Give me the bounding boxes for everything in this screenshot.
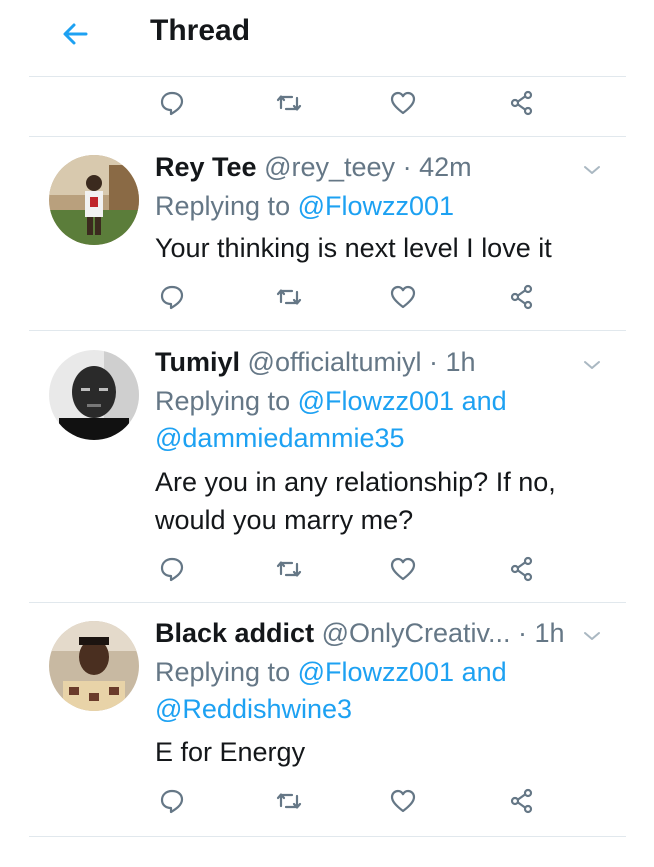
tweet-header: Black addict @OnlyCreativ... [155, 618, 511, 649]
replying-to-label: Replying to [155, 191, 291, 221]
like-heart-icon[interactable] [386, 552, 420, 586]
tweet-actions [0, 276, 654, 316]
retweet-icon[interactable] [272, 784, 306, 818]
tweet-header: Rey Tee @rey_teey · 42m [155, 152, 472, 183]
share-icon[interactable] [505, 784, 539, 818]
tweet-actions [0, 780, 654, 820]
retweet-icon[interactable] [272, 552, 306, 586]
timestamp[interactable]: 1h [446, 347, 476, 377]
thread-header: Thread [0, 0, 654, 72]
replying-to: Replying to @Flowzz001 and [155, 383, 507, 419]
divider [29, 76, 626, 77]
reply-icon[interactable] [155, 280, 189, 314]
replying-to-label: Replying to [155, 386, 291, 416]
tweet-time-wrap: · 1h [518, 618, 565, 649]
back-arrow-icon[interactable] [58, 16, 94, 52]
mention-link[interactable]: @Flowzz001 [298, 191, 454, 221]
username[interactable]: @OnlyCreativ... [322, 618, 511, 648]
divider [29, 836, 626, 837]
reply-icon[interactable] [155, 784, 189, 818]
parent-tweet-actions [0, 82, 654, 122]
divider [29, 330, 626, 331]
tweet-text: Are you in any relationship? If no, woul… [155, 467, 556, 535]
timestamp[interactable]: 42m [419, 152, 472, 182]
tweet-actions [0, 548, 654, 588]
mention-and: and [461, 386, 507, 416]
like-heart-icon[interactable] [386, 784, 420, 818]
retweet-icon[interactable] [272, 280, 306, 314]
like-heart-icon[interactable] [386, 280, 420, 314]
tweet-text: Your thinking is next level I love it [155, 233, 552, 263]
display-name[interactable]: Tumiyl [155, 347, 240, 377]
separator-dot: · [402, 152, 412, 182]
tweet-header: Tumiyl @officialtumiyl · 1h [155, 347, 476, 378]
replying-to: Replying to @Flowzz001 [155, 188, 454, 224]
chevron-down-icon[interactable] [580, 353, 604, 377]
chevron-down-icon[interactable] [580, 624, 604, 648]
avatar[interactable] [49, 621, 139, 711]
mention-and: and [461, 657, 507, 687]
mention-link[interactable]: @Flowzz001 [298, 657, 454, 687]
avatar[interactable] [49, 350, 139, 440]
share-icon[interactable] [505, 86, 539, 120]
chevron-down-icon[interactable] [580, 158, 604, 182]
page-title: Thread [150, 14, 251, 47]
reply-icon[interactable] [155, 86, 189, 120]
mention-link[interactable]: @dammiedammie35 [155, 423, 405, 453]
mention-link[interactable]: @Reddishwine3 [155, 694, 352, 724]
like-heart-icon[interactable] [386, 86, 420, 120]
separator-dot: · [429, 347, 439, 377]
separator-dot: · [518, 618, 527, 648]
username[interactable]: @officialtumiyl [248, 347, 422, 377]
username[interactable]: @rey_teey [264, 152, 395, 182]
reply-icon[interactable] [155, 552, 189, 586]
timestamp[interactable]: 1h [535, 618, 565, 648]
avatar[interactable] [49, 155, 139, 245]
mention-link[interactable]: @Flowzz001 [298, 386, 454, 416]
display-name[interactable]: Rey Tee [155, 152, 257, 182]
tweet-text: E for Energy [155, 737, 306, 767]
retweet-icon[interactable] [272, 86, 306, 120]
display-name[interactable]: Black addict [155, 618, 314, 648]
share-icon[interactable] [505, 280, 539, 314]
replying-to: Replying to @Flowzz001 and [155, 654, 507, 690]
replying-to-continued: @dammiedammie35 [155, 420, 405, 456]
replying-to-label: Replying to [155, 657, 291, 687]
divider [29, 136, 626, 137]
share-icon[interactable] [505, 552, 539, 586]
replying-to-continued: @Reddishwine3 [155, 691, 352, 727]
divider [29, 602, 626, 603]
